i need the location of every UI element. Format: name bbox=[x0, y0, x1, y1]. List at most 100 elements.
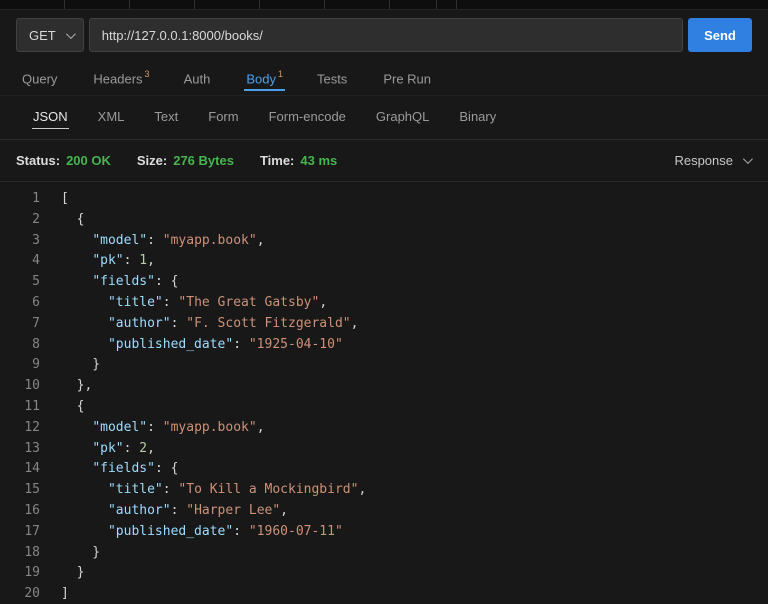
tab-label: Tests bbox=[317, 72, 347, 87]
line-number: 14 bbox=[0, 459, 40, 480]
line-number: 17 bbox=[0, 522, 40, 543]
code-text: "published_date": "1925-04-10" bbox=[40, 335, 343, 356]
line-number: 18 bbox=[0, 543, 40, 564]
editor-tab-stub bbox=[195, 0, 260, 9]
code-text: { bbox=[40, 210, 84, 231]
code-text: "model": "myapp.book", bbox=[40, 231, 265, 252]
body-tab-text[interactable]: Text bbox=[153, 107, 179, 128]
code-text: }, bbox=[40, 376, 92, 397]
code-line: 15 "title": "To Kill a Mockingbird", bbox=[0, 480, 768, 501]
body-tab-form[interactable]: Form bbox=[207, 107, 239, 128]
code-text: { bbox=[40, 397, 84, 418]
line-number: 19 bbox=[0, 563, 40, 584]
line-number: 13 bbox=[0, 439, 40, 460]
code-text: "pk": 2, bbox=[40, 439, 155, 460]
tab-label: Query bbox=[22, 72, 57, 87]
editor-tab-stub bbox=[260, 0, 325, 9]
line-number: 8 bbox=[0, 335, 40, 356]
tab-count: 1 bbox=[278, 69, 283, 79]
code-text: "author": "F. Scott Fitzgerald", bbox=[40, 314, 358, 335]
response-status-bar: Status: 200 OK Size: 276 Bytes Time: 43 … bbox=[0, 140, 768, 182]
code-line: 17 "published_date": "1960-07-11" bbox=[0, 522, 768, 543]
code-line: 3 "model": "myapp.book", bbox=[0, 231, 768, 252]
code-line: 12 "model": "myapp.book", bbox=[0, 418, 768, 439]
body-tab-json[interactable]: JSON bbox=[32, 107, 69, 129]
code-text: "fields": { bbox=[40, 272, 178, 293]
tab-label: Auth bbox=[184, 72, 211, 87]
code-line: 20] bbox=[0, 584, 768, 604]
line-number: 9 bbox=[0, 355, 40, 376]
tab-label: Headers bbox=[93, 72, 142, 87]
line-number: 15 bbox=[0, 480, 40, 501]
editor-tab-stub bbox=[437, 0, 457, 9]
body-tab-xml[interactable]: XML bbox=[97, 107, 126, 128]
code-text: "fields": { bbox=[40, 459, 178, 480]
body-tab-form-encode[interactable]: Form-encode bbox=[268, 107, 347, 128]
editor-tab-strip bbox=[0, 0, 768, 10]
tab-auth[interactable]: Auth bbox=[182, 61, 215, 93]
code-text: } bbox=[40, 543, 100, 564]
code-line: 2 { bbox=[0, 210, 768, 231]
code-line: 5 "fields": { bbox=[0, 272, 768, 293]
code-line: 9 } bbox=[0, 355, 768, 376]
editor-tab-stub bbox=[65, 0, 130, 9]
url-input[interactable] bbox=[89, 18, 683, 52]
response-view-label: Response bbox=[674, 153, 733, 168]
active-tab-underline bbox=[244, 89, 285, 91]
editor-tab-stub bbox=[130, 0, 195, 9]
response-body-viewer[interactable]: 1[2 {3 "model": "myapp.book",4 "pk": 1,5… bbox=[0, 182, 768, 604]
code-line: 4 "pk": 1, bbox=[0, 251, 768, 272]
send-button[interactable]: Send bbox=[688, 18, 752, 52]
code-text: "pk": 1, bbox=[40, 251, 155, 272]
tab-query[interactable]: Query bbox=[20, 61, 61, 93]
line-number: 5 bbox=[0, 272, 40, 293]
chevron-down-icon bbox=[66, 29, 76, 39]
code-line: 10 }, bbox=[0, 376, 768, 397]
line-number: 16 bbox=[0, 501, 40, 522]
code-text: "title": "To Kill a Mockingbird", bbox=[40, 480, 366, 501]
code-text: } bbox=[40, 355, 100, 376]
tab-label: Body bbox=[246, 72, 276, 87]
request-bar: GET Send bbox=[0, 10, 768, 60]
line-number: 10 bbox=[0, 376, 40, 397]
tab-tests[interactable]: Tests bbox=[315, 61, 351, 93]
line-number: 12 bbox=[0, 418, 40, 439]
tab-count: 3 bbox=[145, 69, 150, 79]
body-tab-binary[interactable]: Binary bbox=[458, 107, 497, 128]
editor-tab-stub bbox=[390, 0, 437, 9]
status-label: Status: bbox=[16, 153, 60, 168]
chevron-down-icon bbox=[743, 154, 753, 164]
code-text: ] bbox=[40, 584, 69, 604]
tab-body[interactable]: Body1 bbox=[244, 61, 285, 93]
line-number: 6 bbox=[0, 293, 40, 314]
request-tabs: Query Headers3 Auth Body1 Tests Pre Run bbox=[0, 60, 768, 96]
response-view-select[interactable]: Response bbox=[674, 153, 750, 168]
code-line: 13 "pk": 2, bbox=[0, 439, 768, 460]
body-format-tabs: JSON XML Text Form Form-encode GraphQL B… bbox=[0, 96, 768, 140]
line-number: 20 bbox=[0, 584, 40, 604]
body-tab-graphql[interactable]: GraphQL bbox=[375, 107, 430, 128]
editor-tab-stub bbox=[0, 0, 65, 9]
tab-headers[interactable]: Headers3 bbox=[91, 61, 151, 93]
code-text: "title": "The Great Gatsby", bbox=[40, 293, 327, 314]
tab-pre-run[interactable]: Pre Run bbox=[381, 61, 435, 93]
http-method-select[interactable]: GET bbox=[16, 18, 84, 52]
time-group: Time: 43 ms bbox=[260, 153, 337, 168]
line-number: 2 bbox=[0, 210, 40, 231]
code-line: 8 "published_date": "1925-04-10" bbox=[0, 335, 768, 356]
code-line: 14 "fields": { bbox=[0, 459, 768, 480]
code-text: "model": "myapp.book", bbox=[40, 418, 265, 439]
http-method-label: GET bbox=[29, 28, 56, 43]
status-group: Status: 200 OK bbox=[16, 153, 111, 168]
code-line: 11 { bbox=[0, 397, 768, 418]
line-number: 11 bbox=[0, 397, 40, 418]
code-text: "published_date": "1960-07-11" bbox=[40, 522, 343, 543]
line-number: 4 bbox=[0, 251, 40, 272]
code-text: "author": "Harper Lee", bbox=[40, 501, 288, 522]
response-json: 1[2 {3 "model": "myapp.book",4 "pk": 1,5… bbox=[0, 189, 768, 604]
code-line: 6 "title": "The Great Gatsby", bbox=[0, 293, 768, 314]
rest-client-window: GET Send Query Headers3 Auth Body1 Tests… bbox=[0, 0, 768, 604]
line-number: 1 bbox=[0, 189, 40, 210]
code-text: } bbox=[40, 563, 84, 584]
code-line: 7 "author": "F. Scott Fitzgerald", bbox=[0, 314, 768, 335]
